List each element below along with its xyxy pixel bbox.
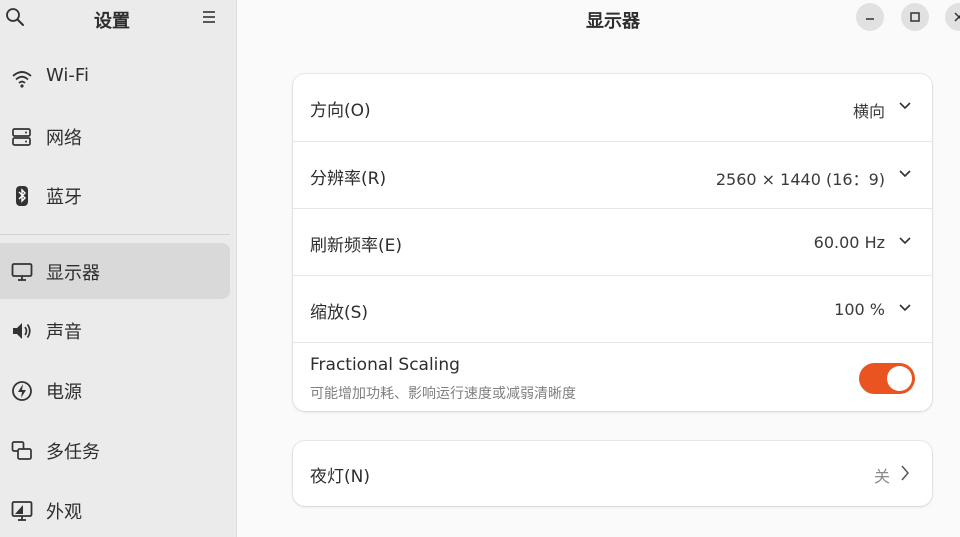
fractional-scaling-toggle[interactable]: [859, 363, 915, 394]
sidebar-item-label: 电源: [46, 382, 82, 403]
night-light-label: 夜灯(N): [310, 467, 370, 487]
sidebar-item-label: 声音: [46, 322, 82, 343]
sidebar: 设置 Wi-Fi 网络 蓝牙 显示器 声音 电源 多任务 外观: [0, 0, 237, 537]
sidebar-item-appearance[interactable]: 外观: [0, 482, 230, 537]
sidebar-item-power[interactable]: 电源: [0, 362, 230, 418]
chevron-down-icon[interactable]: [898, 101, 912, 111]
night-light-value: 关: [873, 467, 890, 486]
orientation-value[interactable]: 横向: [853, 98, 885, 122]
multitasking-icon: [11, 440, 33, 462]
appearance-icon: [11, 500, 33, 522]
bluetooth-icon: [11, 185, 33, 207]
sidebar-header: 设置: [0, 0, 237, 36]
minimize-icon: [866, 18, 874, 20]
sidebar-item-network[interactable]: 网络: [0, 108, 230, 164]
chevron-right-icon: [901, 465, 909, 481]
sidebar-item-label: 蓝牙: [46, 187, 82, 208]
sidebar-item-label: 外观: [46, 502, 82, 523]
wifi-icon: [11, 67, 33, 89]
scale-value[interactable]: 100 %: [834, 300, 885, 319]
resolution-label: 分辨率(R): [310, 169, 387, 189]
sidebar-title: 设置: [94, 11, 130, 32]
display-icon: [11, 261, 33, 283]
sidebar-item-sound[interactable]: 声音: [0, 302, 230, 358]
page-title: 显示器: [586, 11, 640, 32]
sidebar-item-wifi[interactable]: Wi-Fi: [0, 49, 230, 105]
sidebar-item-label: 显示器: [46, 263, 100, 284]
maximize-button[interactable]: [901, 3, 929, 31]
main-panel: 显示器 方向(O) 横向 分辨率(R) 2560 × 1440 (16：9) 刷…: [238, 0, 960, 537]
sidebar-item-displays[interactable]: 显示器: [0, 243, 230, 299]
resolution-value[interactable]: 2560 × 1440 (16：9): [716, 166, 885, 190]
maximize-icon: [910, 12, 920, 22]
display-settings-card: 方向(O) 横向 分辨率(R) 2560 × 1440 (16：9) 刷新频率(…: [293, 74, 932, 411]
resolution-row[interactable]: 分辨率(R) 2560 × 1440 (16：9): [293, 141, 932, 208]
sidebar-item-multitasking[interactable]: 多任务: [0, 422, 230, 478]
refresh-rate-value[interactable]: 60.00 Hz: [814, 233, 885, 252]
sidebar-item-label: 网络: [46, 128, 82, 149]
close-icon: [954, 12, 960, 22]
fractional-scaling-subtitle: 可能增加功耗、影响运行速度或减弱清晰度: [310, 386, 576, 402]
sound-icon: [11, 320, 33, 342]
refresh-rate-label: 刷新频率(E): [310, 236, 403, 256]
orientation-label: 方向(O): [310, 101, 371, 121]
network-icon: [11, 126, 33, 148]
night-light-row[interactable]: 夜灯(N) 关: [293, 441, 932, 506]
power-icon: [11, 380, 33, 402]
fractional-scaling-row: Fractional Scaling 可能增加功耗、影响运行速度或减弱清晰度: [293, 342, 932, 411]
sidebar-item-label: Wi-Fi: [46, 65, 89, 86]
night-light-card[interactable]: 夜灯(N) 关: [293, 441, 932, 506]
sidebar-item-bluetooth[interactable]: 蓝牙: [0, 167, 230, 223]
sidebar-item-label: 多任务: [46, 442, 100, 463]
scale-label: 缩放(S): [310, 303, 369, 323]
refresh-rate-row[interactable]: 刷新频率(E) 60.00 Hz: [293, 208, 932, 275]
hamburger-menu-icon[interactable]: [201, 9, 219, 25]
chevron-down-icon[interactable]: [898, 303, 912, 313]
minimize-button[interactable]: [856, 3, 884, 31]
scale-row[interactable]: 缩放(S) 100 %: [293, 275, 932, 342]
orientation-row[interactable]: 方向(O) 横向: [293, 74, 932, 141]
search-icon[interactable]: [5, 7, 25, 27]
sidebar-divider: [0, 234, 230, 235]
chevron-down-icon[interactable]: [898, 169, 912, 179]
chevron-down-icon[interactable]: [898, 236, 912, 246]
toggle-knob: [887, 366, 912, 391]
fractional-scaling-label: Fractional Scaling: [310, 355, 460, 375]
